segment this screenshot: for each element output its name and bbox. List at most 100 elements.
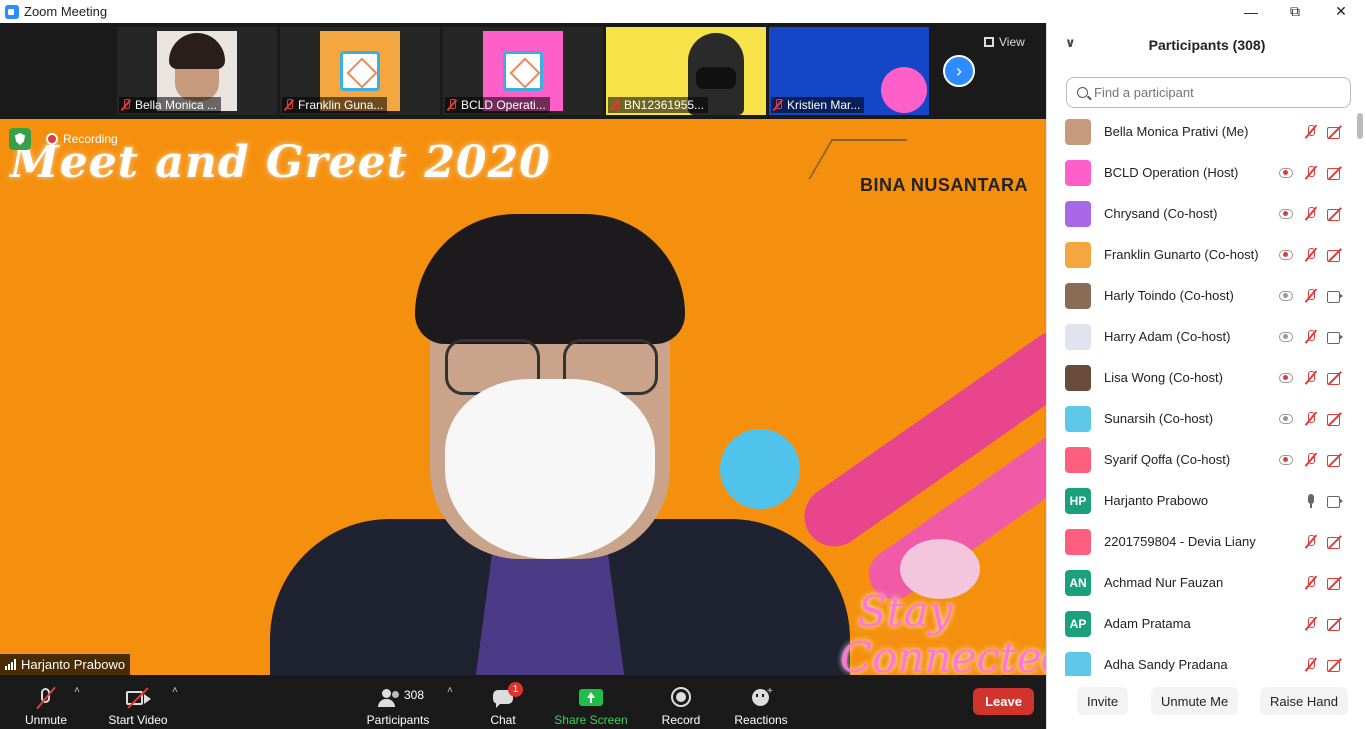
avatar: AP xyxy=(1065,610,1091,637)
participant-row[interactable]: Chrysand (Co-host) xyxy=(1047,193,1355,234)
share-screen-label: Share Screen xyxy=(554,713,628,727)
unmute-button[interactable]: Unmute xyxy=(22,679,70,727)
thumb-name: BN12361955... xyxy=(624,98,705,112)
house-logo-icon xyxy=(503,51,543,91)
gallery-thumb[interactable]: BN12361955... xyxy=(606,27,766,115)
cloud-record-icon xyxy=(1279,167,1293,178)
cloud-record-icon xyxy=(1279,208,1293,219)
participants-button[interactable]: 308 Participants xyxy=(365,679,431,727)
reactions-button[interactable]: + Reactions xyxy=(732,679,790,727)
mic-off-icon xyxy=(1303,288,1319,304)
speaker-hair xyxy=(415,214,685,344)
chat-button[interactable]: 1 Chat xyxy=(482,679,524,727)
avatar: AN xyxy=(1065,569,1091,596)
stay-line: Stay xyxy=(858,587,953,636)
participant-row[interactable]: Lisa Wong (Co-host) xyxy=(1047,357,1355,398)
gallery-thumb[interactable]: Kristien Mar... xyxy=(769,27,929,115)
security-shield-icon[interactable] xyxy=(9,128,31,150)
close-button[interactable]: ✕ xyxy=(1318,0,1364,23)
participant-row[interactable]: AP Adam Pratama xyxy=(1047,603,1355,644)
collapse-chevron-icon[interactable]: ∨ xyxy=(1065,35,1076,51)
record-label: Record xyxy=(661,713,701,727)
thumb-name: Bella Monica ... xyxy=(135,98,218,112)
video-off-icon xyxy=(124,686,152,710)
mic-off-icon xyxy=(1303,247,1319,263)
participants-options-caret[interactable]: ˄ xyxy=(447,685,453,696)
decorative-shape xyxy=(881,67,927,113)
participant-name: Harjanto Prabowo xyxy=(1104,493,1209,508)
mic-off-icon xyxy=(1303,329,1319,345)
view-label: View xyxy=(999,35,1025,49)
thumb-caption: Kristien Mar... xyxy=(771,97,865,113)
participant-row[interactable]: Syarif Qoffa (Co-host) xyxy=(1047,439,1355,480)
record-button[interactable]: Record xyxy=(659,679,703,727)
participant-row[interactable]: Adha Sandy Pradana xyxy=(1047,644,1355,676)
thumb-caption: Bella Monica ... xyxy=(119,97,222,113)
participant-count: 308 xyxy=(404,688,425,702)
share-screen-icon xyxy=(577,686,605,710)
thumb-caption: Franklin Guna... xyxy=(282,97,388,113)
participants-panel: ∨ Participants (308) Bella Monica Prativ… xyxy=(1046,23,1366,729)
reactions-icon: + xyxy=(747,686,775,710)
cloud-record-icon xyxy=(1279,331,1293,342)
gallery-thumb[interactable]: Franklin Guna... xyxy=(280,27,440,115)
avatar xyxy=(1065,200,1091,227)
camera-on-icon xyxy=(1327,329,1343,345)
view-button[interactable]: View xyxy=(984,31,1038,53)
participant-name: Franklin Gunarto (Co-host) xyxy=(1104,247,1259,262)
share-screen-button[interactable]: Share Screen xyxy=(554,679,628,727)
participant-row[interactable]: Harly Toindo (Co-host) xyxy=(1047,275,1355,316)
participant-name: Sunarsih (Co-host) xyxy=(1104,411,1214,426)
participant-row[interactable]: Sunarsih (Co-host) xyxy=(1047,398,1355,439)
house-logo-icon xyxy=(340,51,380,91)
participant-row[interactable]: 2201759804 - Devia Liany xyxy=(1047,521,1355,562)
unmute-me-button[interactable]: Unmute Me xyxy=(1151,687,1239,715)
meeting-stage: Bella Monica ... Franklin Guna... BCLD O… xyxy=(0,23,1046,729)
participant-row[interactable]: HP Harjanto Prabowo xyxy=(1047,480,1355,521)
search-input[interactable] xyxy=(1094,85,1334,100)
mic-off-icon xyxy=(1303,575,1319,591)
participant-name: Achmad Nur Fauzan xyxy=(1104,575,1224,590)
participant-row[interactable]: Harry Adam (Co-host) xyxy=(1047,316,1355,357)
participant-list-scrollbar[interactable] xyxy=(1357,111,1363,671)
search-icon xyxy=(1077,87,1088,98)
unmute-label: Unmute xyxy=(24,713,68,727)
invite-button[interactable]: Invite xyxy=(1077,687,1129,715)
thumb-name: BCLD Operati... xyxy=(461,98,546,112)
participant-row[interactable]: AN Achmad Nur Fauzan xyxy=(1047,562,1355,603)
recording-label: Recording xyxy=(63,132,118,146)
participant-name: Bella Monica Prativi (Me) xyxy=(1104,124,1249,139)
participant-row[interactable]: BCLD Operation (Host) xyxy=(1047,152,1355,193)
window-title: Zoom Meeting xyxy=(24,4,108,19)
start-video-button[interactable]: Start Video xyxy=(106,679,170,727)
avatar: HP xyxy=(1065,487,1091,514)
mic-off-icon xyxy=(610,99,620,111)
participant-name: Chrysand (Co-host) xyxy=(1104,206,1218,221)
mic-on-icon xyxy=(1303,493,1319,509)
decorative-circle xyxy=(720,429,800,509)
avatar xyxy=(1065,159,1091,186)
start-video-label: Start Video xyxy=(108,713,168,727)
speaker-name-label: Harjanto Prabowo xyxy=(0,654,131,675)
participant-row[interactable]: Franklin Gunarto (Co-host) xyxy=(1047,234,1355,275)
participant-row[interactable]: Bella Monica Prativi (Me) xyxy=(1047,111,1355,152)
video-options-caret[interactable]: ˄ xyxy=(172,685,178,696)
audio-options-caret[interactable]: ˄ xyxy=(74,685,80,696)
maximize-button[interactable]: ⧉ xyxy=(1272,0,1318,23)
reactions-label: Reactions xyxy=(734,713,788,727)
next-page-button[interactable]: › xyxy=(943,55,975,87)
camera-on-icon xyxy=(1327,288,1343,304)
leave-button[interactable]: Leave xyxy=(973,688,1034,715)
participant-search[interactable] xyxy=(1066,77,1351,108)
gallery-thumb[interactable]: Bella Monica ... xyxy=(117,27,277,115)
panel-header: ∨ Participants (308) xyxy=(1047,23,1366,67)
scrollbar-thumb[interactable] xyxy=(1357,113,1363,139)
camera-off-icon xyxy=(1327,247,1343,263)
speaker-mask xyxy=(445,379,655,559)
minimize-button[interactable]: — xyxy=(1228,0,1274,23)
avatar xyxy=(1065,241,1091,268)
raise-hand-button[interactable]: Raise Hand xyxy=(1260,687,1348,715)
mic-off-icon xyxy=(1303,124,1319,140)
camera-off-icon xyxy=(1327,206,1343,222)
gallery-thumb[interactable]: BCLD Operati... xyxy=(443,27,603,115)
